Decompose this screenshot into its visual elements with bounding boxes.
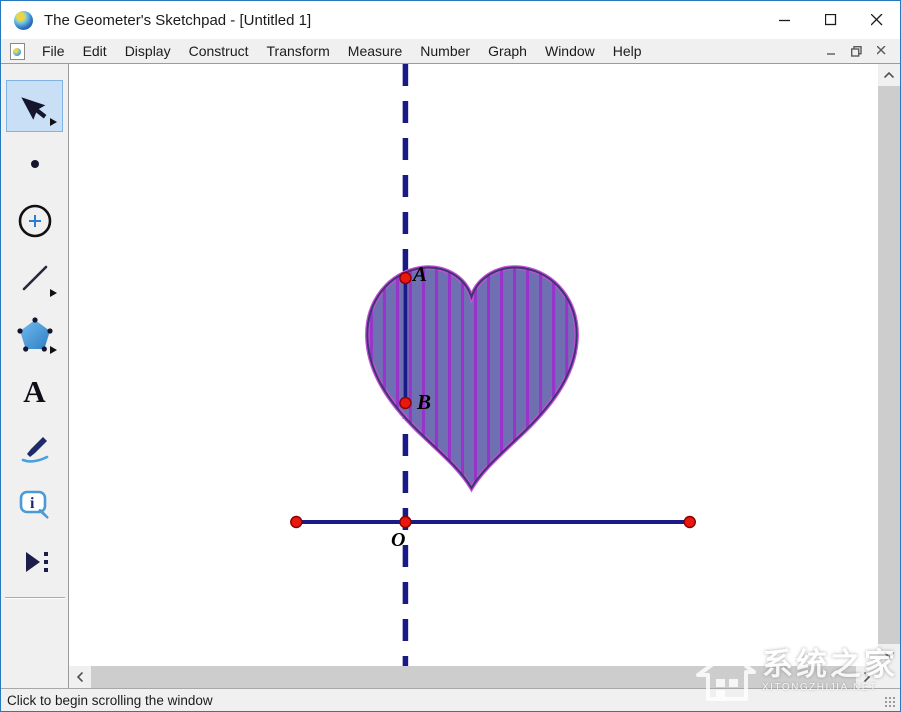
vertical-scrollbar[interactable] [878,64,900,666]
polygon-tool[interactable] [1,306,69,363]
pentagon-icon [16,316,53,352]
menu-graph[interactable]: Graph [479,41,536,61]
close-button[interactable] [854,1,900,39]
mdi-close-icon [876,46,885,55]
menu-file[interactable]: File [33,41,74,61]
document-icon[interactable] [10,42,25,60]
point-b[interactable] [399,396,412,410]
point-right-endpoint[interactable] [683,515,696,529]
menubar: File Edit Display Construct Transform Me… [1,39,900,64]
text-tool-glyph: A [23,374,46,409]
horizontal-scroll-thumb[interactable] [91,666,856,688]
heart-shape[interactable] [365,262,579,493]
minimize-button[interactable] [762,1,808,39]
point-left-endpoint[interactable] [290,515,303,529]
app-window: The Geometer's Sketchpad - [Untitled 1] … [0,0,901,712]
compass-tool[interactable] [1,192,69,249]
point-tool[interactable] [1,135,69,192]
custom-tools[interactable] [1,534,69,591]
resize-grip[interactable] [885,697,897,709]
info-bubble-icon: i [19,490,49,519]
mdi-close-button[interactable] [869,41,894,61]
horizontal-scrollbar[interactable] [69,666,878,688]
point-a[interactable] [399,271,412,285]
window-title: The Geometer's Sketchpad - [Untitled 1] [44,11,312,29]
play-dots-icon [25,551,48,572]
straightedge-tool[interactable] [1,249,69,306]
scroll-left-button[interactable] [69,666,91,688]
point-label-a[interactable]: A [413,264,427,285]
scroll-right-icon [864,672,870,682]
point-o[interactable] [399,515,412,529]
scroll-down-button[interactable] [878,644,900,666]
status-message: Click to begin scrolling the window [7,692,213,708]
scroll-left-icon [77,672,83,682]
menu-help[interactable]: Help [604,41,651,61]
toolbox-divider [4,597,65,599]
scrollbar-corner [878,666,900,688]
information-tool[interactable]: i [1,477,69,534]
sketch-canvas[interactable]: A B O [69,64,878,666]
minimize-icon [779,19,790,22]
maximize-icon [825,14,837,26]
toolbox: A i [1,64,69,688]
menu-number[interactable]: Number [411,41,479,61]
flyout-arrow-icon [49,346,57,354]
flyout-arrow-icon [49,118,57,126]
titlebar[interactable]: The Geometer's Sketchpad - [Untitled 1] [1,1,900,39]
marker-tool[interactable] [1,420,69,477]
menu-window[interactable]: Window [536,41,604,61]
close-icon [871,14,883,26]
menu-transform[interactable]: Transform [258,41,339,61]
marker-pen-icon [21,436,48,463]
point-icon [30,159,39,168]
menu-edit[interactable]: Edit [74,41,116,61]
statusbar: Click to begin scrolling the window [1,688,900,711]
mdi-restore-icon [851,45,862,57]
selection-arrow-tool[interactable] [1,78,69,135]
menu-display[interactable]: Display [116,41,180,61]
scroll-right-button[interactable] [856,666,878,688]
mdi-minimize-button[interactable] [819,41,844,61]
mdi-minimize-icon [826,53,835,55]
svg-text:i: i [30,495,35,512]
flyout-arrow-icon [49,289,57,297]
text-tool[interactable]: A [1,363,69,420]
point-label-b[interactable]: B [417,392,431,413]
sketch-scene [290,64,696,666]
arrow-cursor-icon [20,96,46,120]
maximize-button[interactable] [808,1,854,39]
scroll-up-icon [884,72,894,78]
point-label-o[interactable]: O [391,530,405,550]
mdi-restore-button[interactable] [844,41,869,61]
menu-measure[interactable]: Measure [339,41,411,61]
circle-plus-icon [18,204,51,237]
vertical-scroll-thumb[interactable] [878,86,900,644]
scroll-down-icon [884,652,894,658]
app-logo-icon [14,10,33,30]
menu-construct[interactable]: Construct [180,41,258,61]
segment-icon [22,265,47,290]
scroll-up-button[interactable] [878,64,900,86]
